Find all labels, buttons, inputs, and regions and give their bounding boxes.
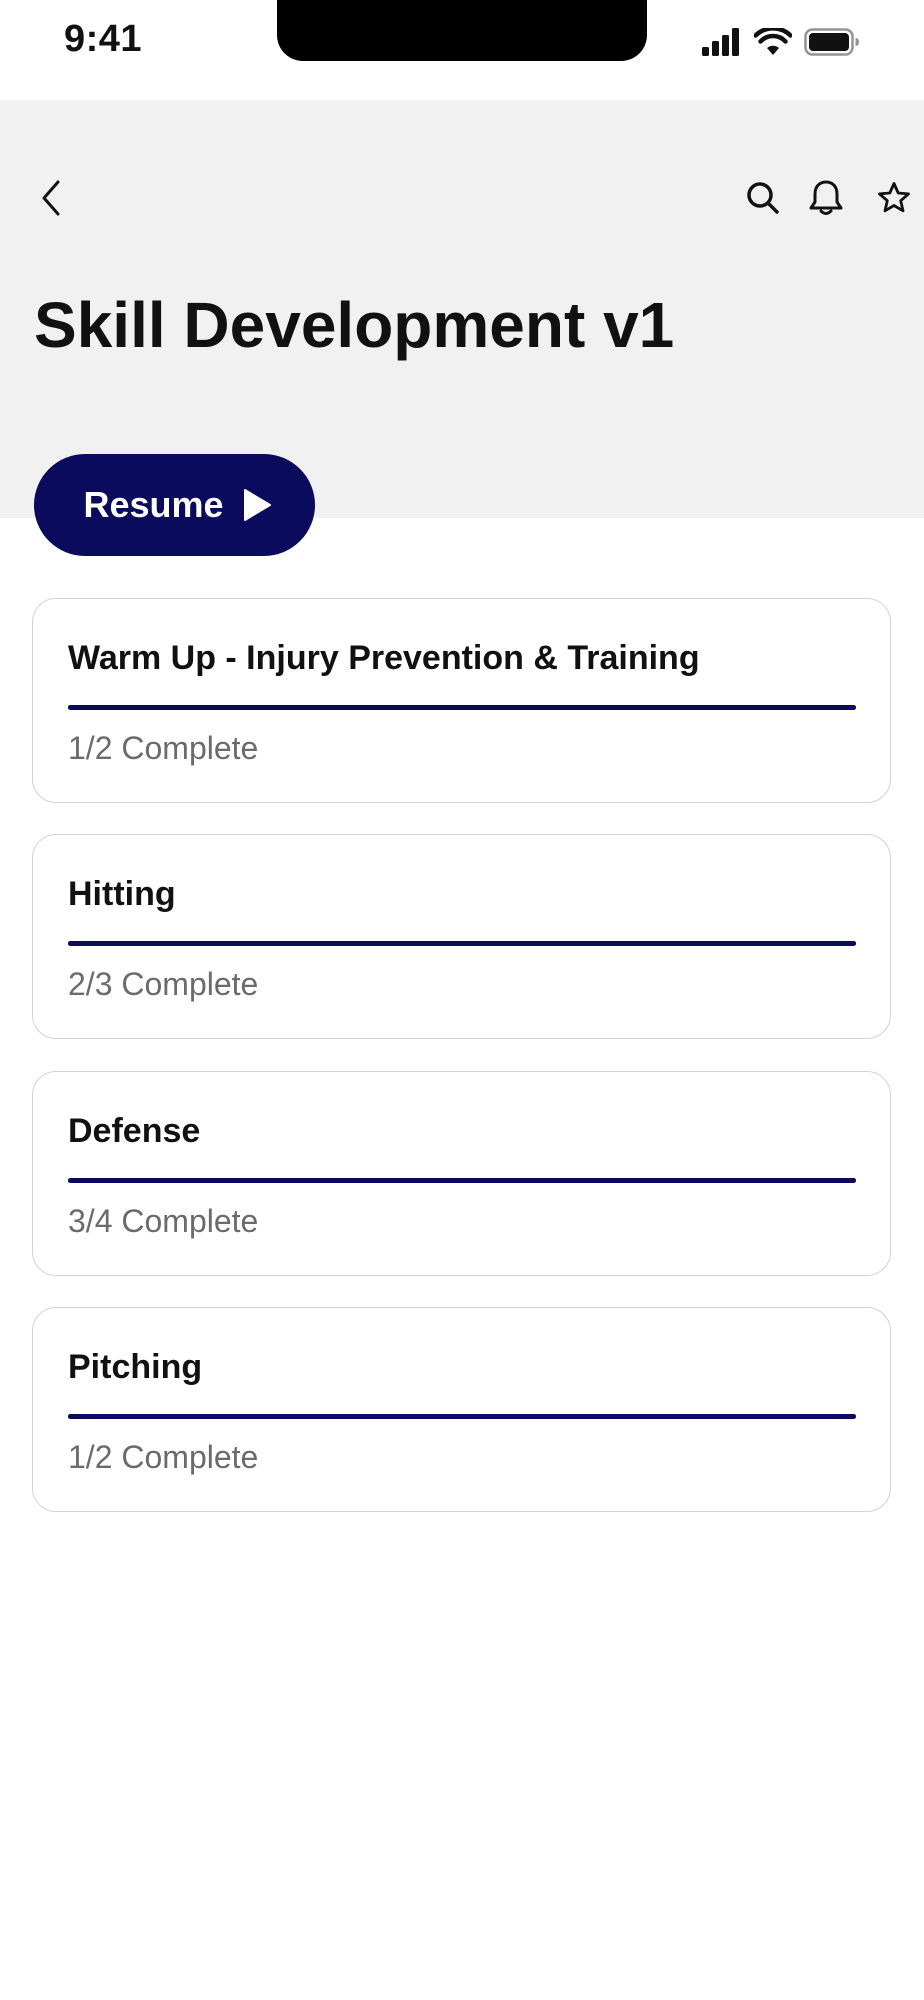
module-title: Hitting [68,875,176,913]
star-icon [878,182,910,213]
module-progress-bar [68,1178,856,1183]
bell-icon [809,180,843,215]
battery-icon [804,28,860,61]
play-icon [243,489,271,521]
module-progress-bar [68,1414,856,1419]
search-icon [747,182,779,214]
wifi-icon [753,26,793,61]
module-card-pitching[interactable]: Pitching 1/2 Complete [32,1307,891,1512]
module-card-defense[interactable]: Defense 3/4 Complete [32,1071,891,1276]
status-bar: 9:41 [0,0,924,100]
module-progress-fill [68,941,856,946]
module-status: 2/3 Complete [68,966,259,1002]
module-progress-fill [68,1414,856,1419]
notifications-button[interactable] [802,174,850,222]
signal-icon [702,28,742,61]
device-notch [277,0,647,61]
module-status: 3/4 Complete [68,1203,259,1239]
resume-button-label: Resume [83,484,224,525]
favorite-button[interactable] [870,174,918,222]
chevron-left-icon [42,180,60,216]
module-title: Warm Up - Injury Prevention & Training [68,639,700,677]
module-progress-bar [68,705,856,710]
module-progress-fill [68,705,856,710]
module-progress-fill [68,1178,856,1183]
module-card-hitting[interactable]: Hitting 2/3 Complete [32,834,891,1039]
module-card-warm-up[interactable]: Warm Up - Injury Prevention & Training 1… [32,598,891,803]
back-button[interactable] [28,174,76,222]
module-title: Defense [68,1112,201,1150]
status-icons [702,26,860,61]
module-title: Pitching [68,1348,203,1386]
module-status: 1/2 Complete [68,1439,259,1475]
resume-button[interactable]: Resume [34,454,315,556]
page-title: Skill Development v1 [34,289,675,361]
status-time: 9:41 [64,18,143,60]
search-button[interactable] [739,174,787,222]
module-status: 1/2 Complete [68,730,259,766]
module-progress-bar [68,941,856,946]
